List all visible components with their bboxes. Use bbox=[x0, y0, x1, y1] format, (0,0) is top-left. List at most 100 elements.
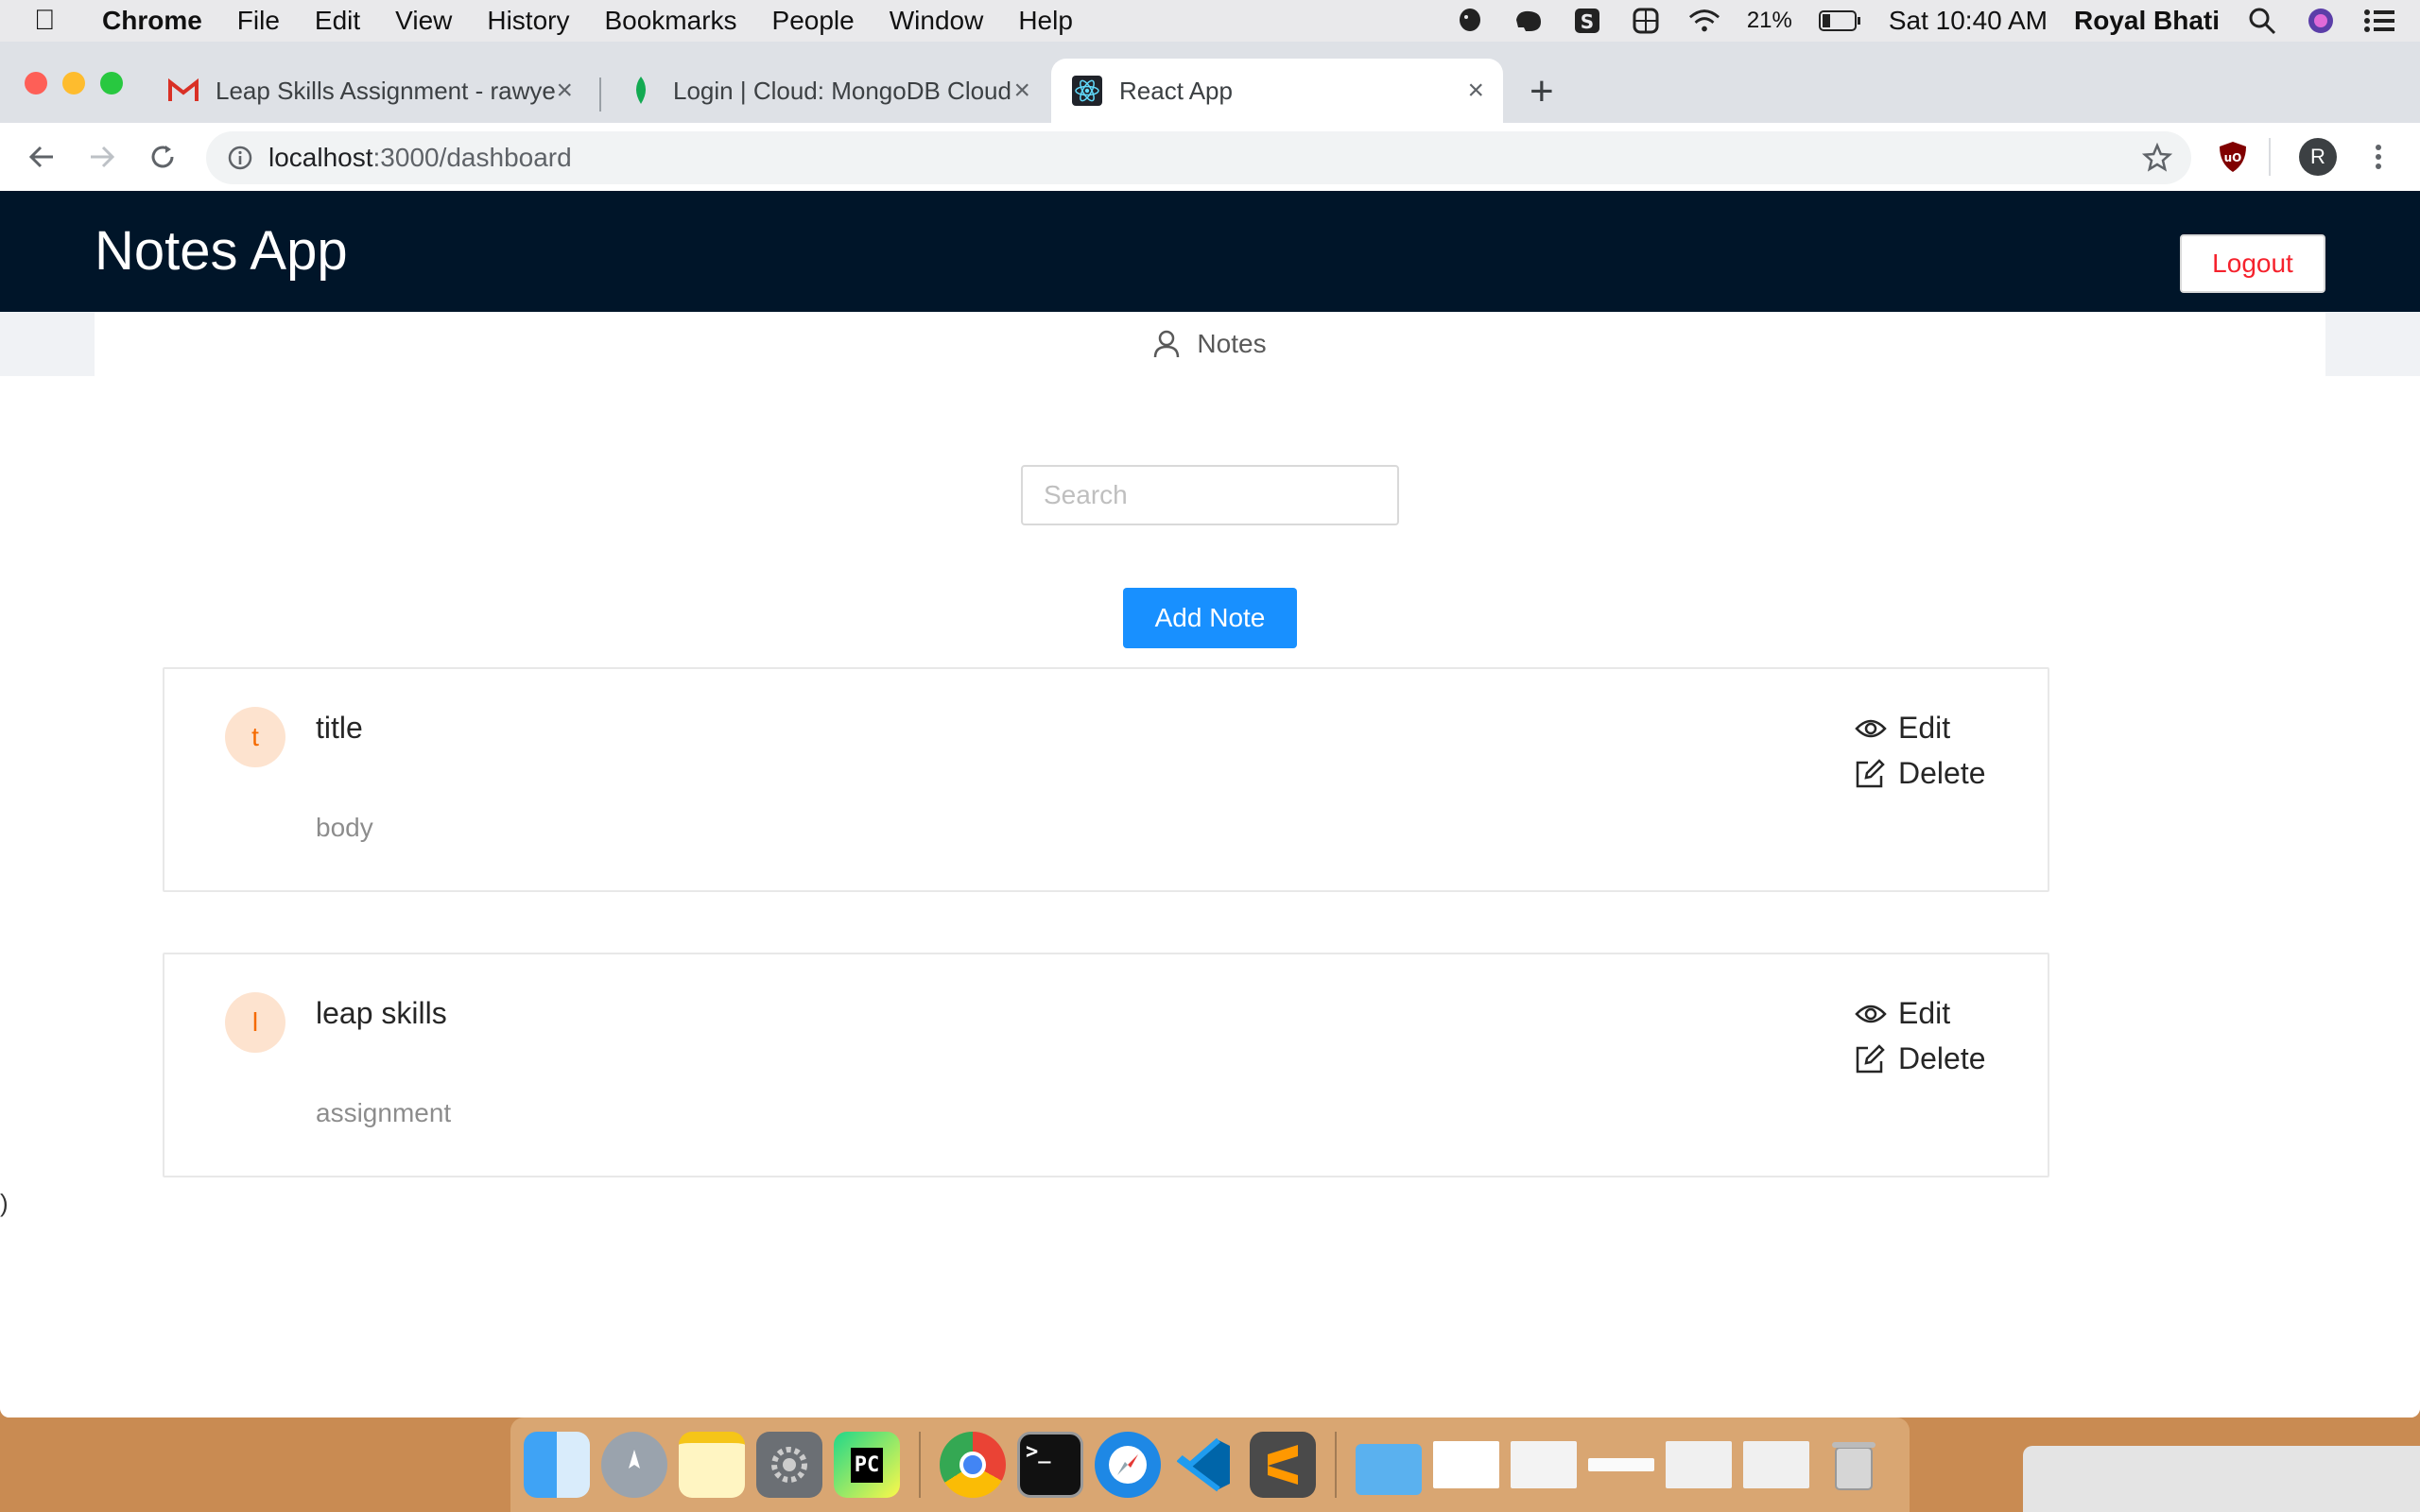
apple-menu-icon[interactable]:  bbox=[34, 5, 87, 37]
menu-window[interactable]: Window bbox=[890, 6, 984, 36]
new-tab-icon[interactable]: + bbox=[1530, 68, 1554, 115]
search-input[interactable] bbox=[1021, 465, 1399, 525]
safari-icon[interactable] bbox=[1095, 1432, 1161, 1498]
macos-dock: PC >_ bbox=[510, 1418, 1910, 1512]
tab-separator bbox=[599, 77, 601, 112]
stray-text: ) bbox=[0, 1189, 9, 1217]
subnav-bar: Notes bbox=[0, 312, 2420, 376]
gmail-icon bbox=[168, 76, 199, 106]
app-header: Notes App Logout bbox=[0, 191, 2420, 312]
window-close-button[interactable] bbox=[25, 72, 47, 94]
back-arrow-icon[interactable] bbox=[23, 138, 60, 176]
menu-edit[interactable]: Edit bbox=[315, 6, 360, 36]
wifi-icon[interactable] bbox=[1688, 7, 1720, 35]
note-body: assignment bbox=[316, 1098, 452, 1127]
tab-strip: Leap Skills Assignment - rawye × Login |… bbox=[0, 42, 2420, 123]
folder-icon[interactable] bbox=[1356, 1444, 1422, 1495]
menubar-user[interactable]: Royal Bhati bbox=[2074, 6, 2220, 36]
delete-label: Delete bbox=[1898, 756, 1986, 790]
menu-bookmarks[interactable]: Bookmarks bbox=[604, 6, 736, 36]
edit-square-icon bbox=[1855, 758, 1887, 790]
url-path: :3000/dashboard bbox=[372, 143, 572, 172]
menu-help[interactable]: Help bbox=[1018, 6, 1073, 36]
tab-close-icon[interactable]: × bbox=[1013, 75, 1030, 107]
window-zoom-button[interactable] bbox=[100, 72, 123, 94]
edit-note-button[interactable]: Edit bbox=[1855, 996, 1950, 1031]
spotlight-search-icon[interactable] bbox=[2246, 7, 2278, 35]
sublime-text-icon[interactable] bbox=[1250, 1432, 1316, 1498]
notes-app: Notes App Logout Notes Add Note t title … bbox=[0, 191, 2420, 1418]
profile-avatar[interactable]: R bbox=[2299, 138, 2337, 176]
tab-react-app[interactable]: React App × bbox=[1051, 59, 1503, 123]
bookmark-star-icon[interactable] bbox=[2142, 143, 2172, 173]
launchpad-icon[interactable] bbox=[601, 1432, 667, 1498]
menu-people[interactable]: People bbox=[772, 6, 855, 36]
tab-close-icon[interactable]: × bbox=[556, 75, 573, 107]
window-minimize-button[interactable] bbox=[62, 72, 85, 94]
tab-label: Login | Cloud: MongoDB Cloud bbox=[673, 76, 1011, 105]
edit-note-button[interactable]: Edit bbox=[1855, 711, 1950, 746]
vscode-icon[interactable] bbox=[1172, 1432, 1238, 1498]
note-avatar: t bbox=[225, 707, 285, 767]
notification-center-icon[interactable] bbox=[2363, 7, 2395, 35]
ublock-origin-icon[interactable]: uO bbox=[2214, 138, 2252, 176]
siri-icon[interactable] bbox=[2305, 7, 2337, 35]
tab-close-icon[interactable]: × bbox=[1467, 75, 1484, 107]
trash-icon[interactable] bbox=[1821, 1432, 1887, 1498]
dock-separator bbox=[919, 1432, 921, 1498]
notes-menu[interactable]: Notes bbox=[95, 312, 2325, 376]
reload-icon[interactable] bbox=[144, 138, 182, 176]
finder-icon[interactable] bbox=[524, 1432, 590, 1498]
s-app-icon[interactable]: S bbox=[1571, 7, 1603, 35]
grid-globe-icon[interactable] bbox=[1630, 7, 1662, 35]
menu-app-name[interactable]: Chrome bbox=[102, 6, 202, 36]
logout-button[interactable]: Logout bbox=[2180, 234, 2325, 293]
tab-mongodb[interactable]: Login | Cloud: MongoDB Cloud × bbox=[605, 59, 1049, 123]
terminal-icon[interactable]: >_ bbox=[1017, 1432, 1083, 1498]
eye-icon bbox=[1855, 998, 1887, 1030]
menu-file[interactable]: File bbox=[237, 6, 280, 36]
svg-text:S: S bbox=[1581, 10, 1594, 33]
edit-label: Edit bbox=[1898, 996, 1951, 1030]
mongodb-leaf-icon bbox=[626, 76, 656, 106]
tab-gmail[interactable]: Leap Skills Assignment - rawye × bbox=[147, 59, 592, 123]
window-thumbnail-icon[interactable] bbox=[1588, 1458, 1654, 1471]
note-card: l leap skills assignment Edit Delete bbox=[163, 953, 2049, 1177]
window-thumbnail-icon[interactable] bbox=[1743, 1441, 1809, 1488]
notes-menu-label: Notes bbox=[1197, 329, 1267, 358]
background-window bbox=[2023, 1446, 2420, 1512]
tab-label: Leap Skills Assignment - rawye bbox=[216, 76, 556, 105]
user-icon bbox=[1153, 330, 1180, 358]
app-brand[interactable]: Notes App bbox=[95, 219, 348, 283]
battery-icon[interactable] bbox=[1818, 7, 1862, 35]
window-thumbnail-icon[interactable] bbox=[1666, 1441, 1732, 1488]
menubar-clock[interactable]: Sat 10:40 AM bbox=[1889, 6, 2048, 36]
forward-arrow-icon[interactable] bbox=[83, 138, 121, 176]
window-thumbnail-icon[interactable] bbox=[1433, 1441, 1499, 1488]
add-note-button[interactable]: Add Note bbox=[1123, 588, 1297, 648]
battery-percent: 21% bbox=[1746, 8, 1792, 33]
menu-history[interactable]: History bbox=[487, 6, 569, 36]
notes-icon[interactable] bbox=[679, 1432, 745, 1498]
evernote-elephant-icon[interactable] bbox=[1512, 7, 1545, 35]
chrome-icon[interactable] bbox=[940, 1432, 1006, 1498]
window-thumbnail-icon[interactable] bbox=[1511, 1441, 1577, 1488]
delete-label: Delete bbox=[1898, 1041, 1986, 1075]
eye-icon bbox=[1855, 713, 1887, 745]
browser-toolbar: localhost:3000/dashboard uO R bbox=[0, 123, 2420, 191]
pycharm-icon[interactable]: PC bbox=[834, 1432, 900, 1498]
chrome-menu-icon[interactable] bbox=[2360, 138, 2397, 176]
macos-menu-bar:  Chrome File Edit View History Bookmark… bbox=[0, 0, 2420, 42]
system-preferences-icon[interactable] bbox=[756, 1432, 822, 1498]
note-title: title bbox=[316, 711, 363, 745]
site-info-icon[interactable] bbox=[227, 145, 253, 171]
delete-note-button[interactable]: Delete bbox=[1855, 1041, 1986, 1076]
note-body: body bbox=[316, 813, 373, 842]
postgres-elephant-icon[interactable] bbox=[1454, 7, 1486, 35]
address-bar[interactable]: localhost:3000/dashboard bbox=[206, 131, 2191, 184]
menu-view[interactable]: View bbox=[395, 6, 452, 36]
note-title: leap skills bbox=[316, 996, 447, 1030]
delete-note-button[interactable]: Delete bbox=[1855, 756, 1986, 791]
svg-text:uO: uO bbox=[2224, 151, 2242, 164]
tab-label: React App bbox=[1119, 76, 1233, 105]
